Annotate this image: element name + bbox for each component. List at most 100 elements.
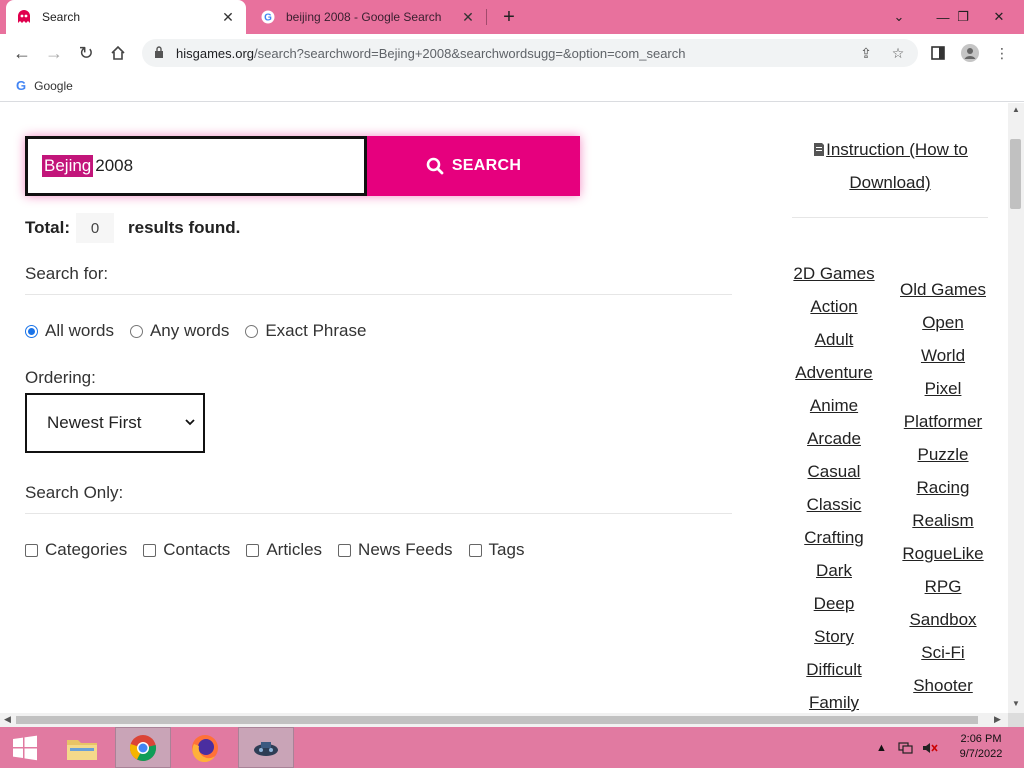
radio-label: Any words — [149, 321, 230, 340]
radio-button[interactable] — [25, 324, 38, 338]
restore-icon[interactable]: ❐ — [946, 0, 980, 34]
start-button[interactable] — [0, 727, 50, 768]
category-link[interactable]: RogueLike — [894, 537, 992, 570]
profile-avatar-icon[interactable] — [960, 43, 980, 63]
radio-button[interactable] — [245, 324, 259, 338]
category-link[interactable]: Sandbox — [894, 603, 992, 636]
search-for-options: All words Any words Exact Phrase — [25, 321, 382, 341]
instruction-link[interactable]: Instruction (How to Download) — [792, 133, 988, 199]
checkbox[interactable] — [246, 543, 260, 557]
total-label: Total: — [25, 218, 71, 237]
divider — [25, 294, 732, 295]
close-window-icon[interactable]: ✕ — [982, 0, 1016, 34]
checkbox-categories[interactable]: Categories — [25, 540, 127, 560]
checkbox[interactable] — [468, 543, 482, 557]
show-hidden-icons-icon[interactable]: ▲ — [876, 727, 887, 768]
category-link[interactable]: Puzzle — [894, 438, 992, 471]
lock-icon — [154, 45, 168, 61]
close-tab-icon[interactable]: ✕ — [220, 9, 236, 26]
radio-any-words[interactable]: Any words — [129, 321, 230, 341]
clock-date: 9/7/2022 — [959, 748, 1003, 760]
checkbox-tags[interactable]: Tags — [468, 540, 524, 560]
checkbox-articles[interactable]: Articles — [246, 540, 322, 560]
category-link[interactable]: Anime — [785, 389, 883, 422]
category-link[interactable]: Family — [785, 686, 883, 713]
checkbox[interactable] — [338, 543, 352, 557]
category-link[interactable]: Realism — [894, 504, 992, 537]
checkbox[interactable] — [25, 543, 38, 557]
home-icon[interactable] — [106, 41, 130, 65]
taskbar-file-explorer[interactable] — [54, 727, 110, 768]
category-link[interactable]: RPG — [894, 570, 992, 603]
category-link[interactable]: Arcade — [785, 422, 883, 455]
back-arrow-icon[interactable]: ← — [10, 41, 34, 65]
tab-search-dropdown-icon[interactable]: ⌄ — [882, 0, 916, 34]
category-link[interactable]: Dark — [785, 554, 883, 587]
category-link[interactable]: Classic — [785, 488, 883, 521]
address-bar[interactable]: hisgames.org/search?searchword=Bejing+20… — [142, 39, 918, 67]
tab-strip: Search ✕ G beijing 2008 - Google Search … — [0, 0, 1024, 34]
category-link[interactable]: World — [894, 339, 992, 372]
vertical-scrollbar[interactable]: ▲ ▼ — [1008, 103, 1024, 713]
instruction-line2: Download) — [849, 173, 931, 192]
radio-button[interactable] — [129, 324, 143, 338]
scroll-right-arrow-icon[interactable]: ▶ — [994, 714, 1001, 725]
tab-google-search[interactable]: G beijing 2008 - Google Search ✕ — [250, 0, 486, 34]
scroll-left-arrow-icon[interactable]: ◀ — [4, 714, 11, 725]
taskbar-chrome[interactable] — [115, 727, 171, 768]
scroll-up-arrow-icon[interactable]: ▲ — [1012, 105, 1020, 114]
volume-muted-icon[interactable] — [922, 727, 938, 768]
tab-search[interactable]: Search ✕ — [6, 0, 246, 34]
checkbox-contacts[interactable]: Contacts — [143, 540, 230, 560]
category-link[interactable]: Shooter — [894, 669, 992, 702]
new-tab-icon[interactable]: + — [497, 5, 521, 29]
category-link[interactable]: Adventure — [785, 356, 883, 389]
checkbox[interactable] — [143, 543, 157, 557]
category-link[interactable]: Story — [785, 620, 883, 653]
kebab-menu-icon[interactable]: ⋮ — [992, 43, 1012, 63]
category-link[interactable]: Adult — [785, 323, 883, 356]
divider — [792, 217, 988, 218]
ghost-icon — [16, 9, 32, 25]
radio-exact-phrase[interactable]: Exact Phrase — [245, 321, 366, 341]
horizontal-scrollbar[interactable]: ◀ ▶ — [0, 713, 1008, 727]
horizontal-scroll-thumb[interactable] — [16, 716, 978, 724]
category-link[interactable]: Platformer — [894, 405, 992, 438]
category-link[interactable]: Action — [785, 290, 883, 323]
divider — [25, 513, 732, 514]
bookmark-google[interactable]: G Google — [16, 78, 73, 93]
search-button[interactable]: SEARCH — [367, 136, 580, 196]
url-path: /search?searchword=Bejing+2008&searchwor… — [254, 45, 686, 61]
category-list-right: Old Games Open World Pixel Platformer Pu… — [894, 273, 992, 702]
category-link[interactable]: Old Games — [894, 273, 992, 306]
ordering-selected-value: Newest First — [47, 413, 142, 432]
close-tab-icon[interactable]: ✕ — [460, 9, 476, 26]
scroll-down-arrow-icon[interactable]: ▼ — [1012, 699, 1020, 708]
taskbar-game-app[interactable] — [238, 727, 294, 768]
category-link[interactable]: Pixel — [894, 372, 992, 405]
radio-label: All words — [45, 321, 114, 340]
search-input[interactable]: Bejing 2008 — [25, 136, 367, 196]
system-clock[interactable]: 2:06 PM 9/7/2022 — [946, 732, 1016, 762]
checkbox-news-feeds[interactable]: News Feeds — [338, 540, 453, 560]
taskbar-firefox[interactable] — [177, 727, 233, 768]
ordering-select[interactable]: Newest First — [25, 393, 205, 453]
share-icon[interactable]: ⇪ — [856, 43, 876, 63]
tab-separator — [486, 9, 487, 25]
forward-arrow-icon[interactable]: → — [42, 41, 66, 65]
vertical-scroll-thumb[interactable] — [1010, 139, 1021, 209]
reload-icon[interactable]: ↻ — [74, 41, 98, 65]
radio-all-words[interactable]: All words — [25, 321, 114, 341]
category-link[interactable]: Open — [894, 306, 992, 339]
search-for-label: Search for: — [25, 264, 109, 283]
category-link[interactable]: 2D Games — [785, 257, 883, 290]
category-link[interactable]: Sci-Fi — [894, 636, 992, 669]
side-panel-icon[interactable] — [928, 43, 948, 63]
category-link[interactable]: Crafting — [785, 521, 883, 554]
bookmark-star-icon[interactable]: ☆ — [888, 43, 908, 63]
category-link[interactable]: Racing — [894, 471, 992, 504]
network-icon[interactable] — [898, 727, 914, 768]
category-link[interactable]: Deep — [785, 587, 883, 620]
category-link[interactable]: Casual — [785, 455, 883, 488]
category-link[interactable]: Difficult — [785, 653, 883, 686]
